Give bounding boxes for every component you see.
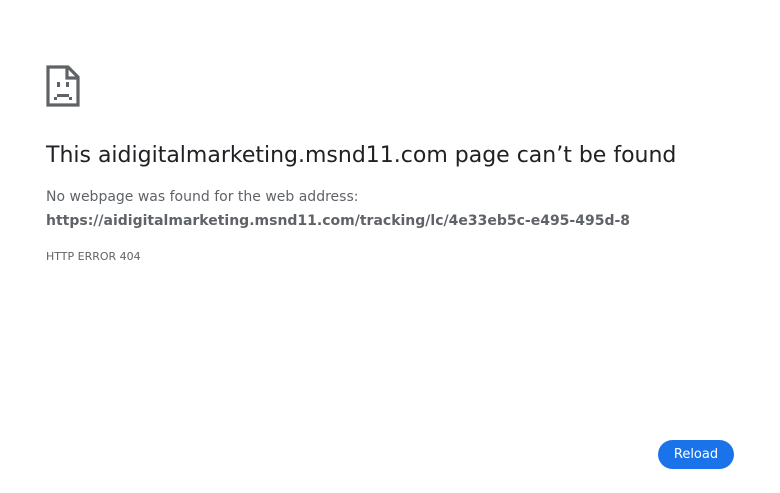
error-page: This aidigitalmarketing.msnd11.com page … (0, 0, 780, 493)
error-code: HTTP ERROR 404 (46, 250, 141, 263)
reload-button[interactable]: Reload (658, 440, 734, 469)
sad-page-icon (46, 65, 80, 107)
requested-url: https://aidigitalmarketing.msnd11.com/tr… (46, 213, 631, 229)
page-title: This aidigitalmarketing.msnd11.com page … (46, 143, 677, 168)
error-description: No webpage was found for the web address… (46, 189, 359, 205)
